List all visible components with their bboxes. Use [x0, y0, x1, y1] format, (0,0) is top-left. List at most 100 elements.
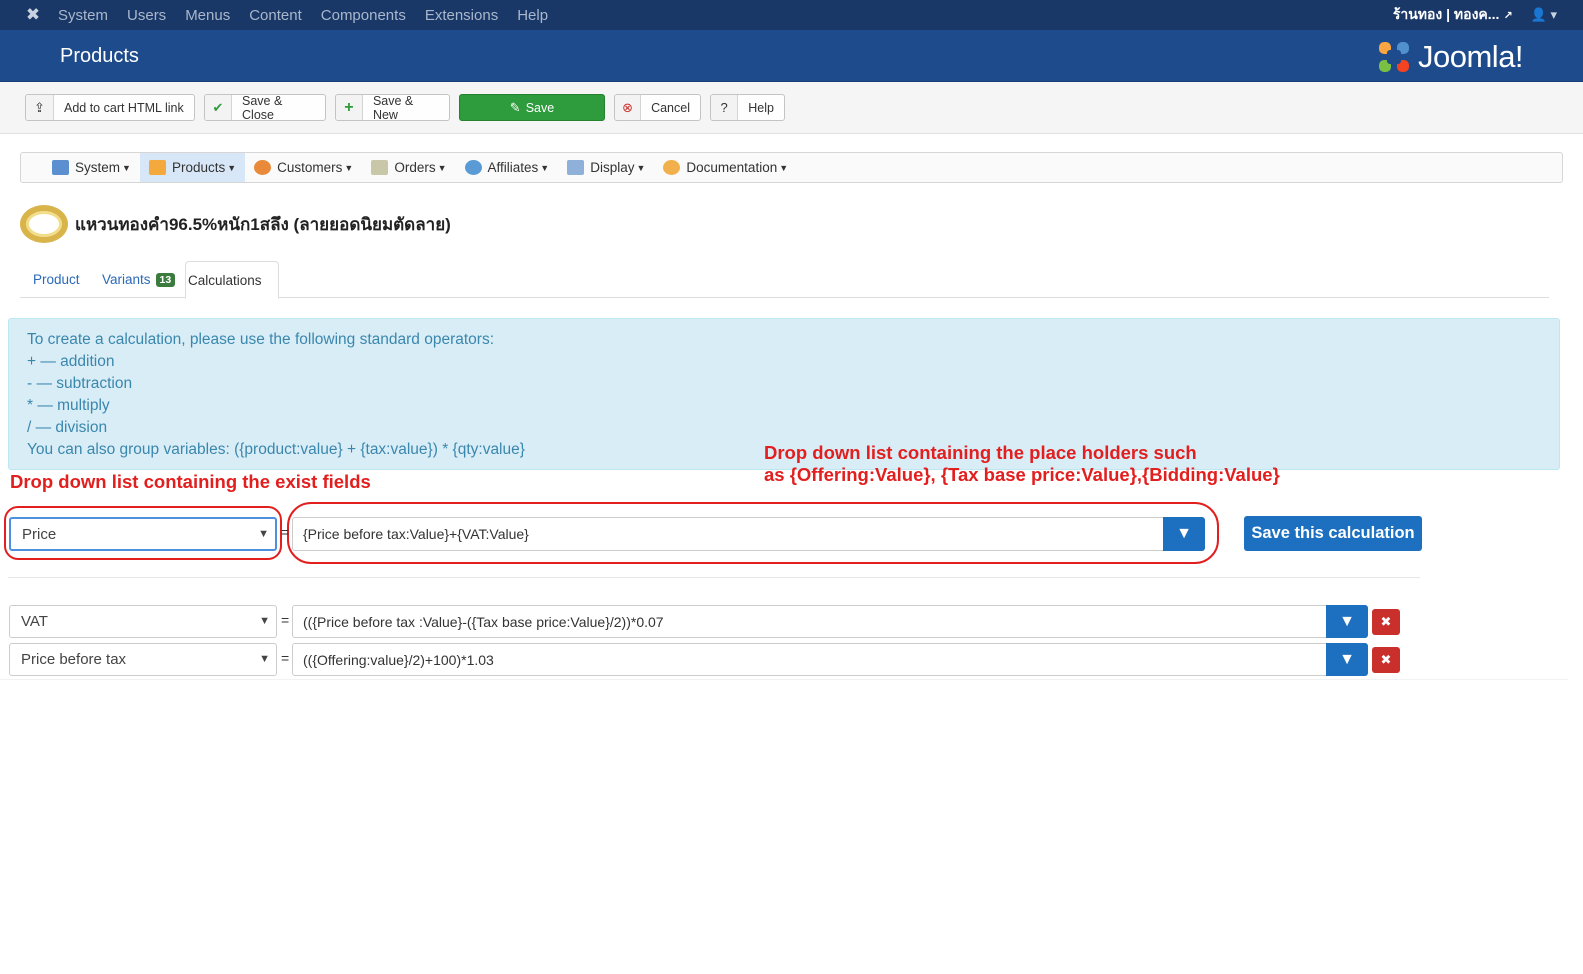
cancel-button[interactable]: ⊗ Cancel: [614, 94, 701, 121]
help-line: - — subtraction: [27, 375, 133, 392]
upload-icon: ⇪: [26, 95, 54, 120]
people-icon: [254, 160, 272, 175]
placeholder-dropdown-button[interactable]: ▼: [1326, 605, 1368, 638]
topnav-menus[interactable]: Menus: [185, 7, 230, 24]
save-new-button[interactable]: + Save & New: [335, 93, 450, 122]
toolbar: ⇪ Add to cart HTML link ✔ Save & Close +…: [0, 82, 1583, 134]
topnav-users[interactable]: Users: [127, 7, 166, 24]
caret-down-icon: ▼: [779, 162, 789, 173]
caret-down-icon: ▼: [227, 162, 237, 173]
topnav-right: ร้านทอง | ทองค... ↗ 👤 ▾: [1393, 0, 1583, 30]
equals-sign: =: [281, 612, 290, 628]
content-bottom-edge: [0, 679, 1568, 680]
placeholder-dropdown-button[interactable]: ▼: [1326, 643, 1368, 676]
check-icon: ✔: [205, 95, 233, 120]
add-to-cart-html-link-button[interactable]: ⇪ Add to cart HTML link: [25, 94, 195, 121]
delete-calculation-button[interactable]: ✖: [1372, 647, 1400, 673]
cancel-label: Cancel: [651, 100, 690, 115]
joomla-brand-icon: [1379, 42, 1409, 72]
tools-icon: [52, 160, 69, 175]
topnav-content[interactable]: Content: [249, 7, 302, 24]
annotation-right-1: Drop down list containing the place hold…: [764, 442, 1197, 463]
calc-field-select[interactable]: Price before tax ▼: [9, 643, 277, 676]
edit-icon: ✎: [509, 99, 521, 115]
calc-field-value: Price before tax: [21, 651, 127, 668]
joomla-menu-icon[interactable]: ✖: [22, 4, 44, 26]
calc-formula-input[interactable]: (({Offering:value}/2)+100)*1.03: [292, 643, 1327, 676]
box-icon: [148, 160, 166, 175]
help-label: Help: [748, 100, 774, 115]
menu-customers-label: Customers: [277, 160, 343, 175]
help-line: + — addition: [27, 353, 115, 370]
calc-formula-value: (({Price before tax :Value}-({Tax base p…: [303, 613, 664, 630]
product-thumbnail: [20, 205, 68, 243]
topnav-system[interactable]: System: [58, 7, 108, 24]
tab-calculations-label: Calculations: [188, 272, 262, 288]
user-icon[interactable]: 👤 ▾: [1531, 7, 1557, 23]
select-arrow-icon: ▼: [259, 653, 270, 665]
save-new-label: Save & New: [372, 93, 414, 122]
menu-documentation-label: Documentation: [686, 160, 778, 175]
external-link-icon: ↗: [1503, 10, 1513, 22]
joomla-brand-text: Joomla!: [1418, 39, 1524, 74]
plus-icon: +: [336, 95, 363, 120]
menu-display-label: Display: [590, 160, 635, 175]
placeholder-dropdown-button[interactable]: ▼: [1163, 517, 1205, 551]
component-menu: System ▼ Products ▼ Customers ▼ Orders ▼ Aff…: [20, 152, 1563, 183]
caret-down-icon: ▼: [437, 162, 447, 173]
new-calc-field-value: Price: [22, 525, 57, 543]
calc-formula-input[interactable]: (({Price before tax :Value}-({Tax base p…: [292, 605, 1327, 638]
menu-display[interactable]: Display ▼: [558, 153, 654, 182]
triangle-down-icon: ▼: [1176, 525, 1192, 542]
equals-sign: =: [281, 524, 290, 540]
save-close-button[interactable]: ✔ Save & Close: [204, 93, 326, 122]
menu-documentation[interactable]: Documentation ▼: [654, 153, 797, 182]
save-close-label: Save & Close: [242, 93, 283, 122]
orders-icon: [371, 160, 389, 175]
caret-down-icon: ▼: [540, 162, 550, 173]
delete-calculation-button[interactable]: ✖: [1372, 609, 1400, 635]
calc-field-value: VAT: [21, 613, 48, 630]
equals-sign: =: [281, 650, 290, 666]
caret-down-icon: ▼: [636, 162, 646, 173]
page-title: Products: [60, 45, 139, 67]
tab-calculations[interactable]: Calculations: [185, 261, 279, 299]
new-calc-field-select[interactable]: Price ▼: [9, 517, 277, 551]
caret-down-icon: ▼: [122, 162, 131, 173]
menu-products[interactable]: Products ▼: [139, 153, 246, 182]
product-title: แหวนทองคำ96.5%หนัก1สลึง (ลายยอดนิยมตัดลา…: [75, 214, 451, 234]
page-header: Products Joomla!: [0, 30, 1583, 82]
site-name: ร้านทอง | ทองค...: [1392, 6, 1500, 22]
menu-system-label: System: [75, 160, 121, 175]
menu-orders[interactable]: Orders ▼: [362, 153, 455, 182]
menu-affiliates[interactable]: Affiliates ▼: [456, 153, 559, 182]
close-icon: ✖: [1380, 614, 1392, 629]
question-icon: ?: [711, 95, 739, 120]
save-button[interactable]: ✎ Save: [459, 94, 605, 121]
calc-field-select[interactable]: VAT ▼: [9, 605, 277, 638]
product-heading: แหวนทองคำ96.5%หนัก1สลึง (ลายยอดนิยมตัดลา…: [20, 205, 451, 243]
tab-product[interactable]: Product: [33, 261, 80, 298]
menu-system[interactable]: System ▼: [43, 153, 140, 182]
affiliates-icon: [464, 160, 482, 175]
select-arrow-icon: ▼: [258, 528, 269, 540]
tab-product-label: Product: [33, 272, 80, 287]
site-link[interactable]: ร้านทอง | ทองค... ↗: [1393, 4, 1513, 26]
topnav-extensions[interactable]: Extensions: [425, 7, 498, 24]
save-calculation-button[interactable]: Save this calculation: [1244, 516, 1422, 551]
topnav-components[interactable]: Components: [321, 7, 406, 24]
variants-count-badge: 13: [155, 272, 176, 287]
divider: [8, 577, 1420, 578]
topnav-help[interactable]: Help: [517, 7, 548, 24]
new-calc-formula-input[interactable]: {Price before tax:Value}+{VAT:Value}: [292, 517, 1164, 551]
help-line: / — division: [27, 419, 108, 436]
tab-variants[interactable]: Variants 13: [102, 261, 176, 298]
menu-customers[interactable]: Customers ▼: [245, 153, 362, 182]
product-tabs: Product Variants 13 Calculations: [20, 261, 1549, 299]
menu-affiliates-label: Affiliates: [487, 160, 539, 175]
display-icon: [567, 160, 585, 175]
help-button[interactable]: ? Help: [710, 94, 785, 121]
annotation-right-2: as {Offering:Value}, {Tax base price:Val…: [764, 464, 1280, 485]
cancel-icon: ⊗: [615, 95, 642, 120]
close-icon: ✖: [1380, 652, 1392, 667]
